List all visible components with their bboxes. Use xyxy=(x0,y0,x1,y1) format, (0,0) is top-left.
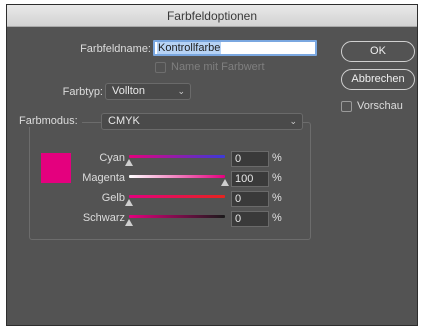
dialog-title: Farbfeldoptionen xyxy=(7,5,417,27)
magenta-unit: % xyxy=(272,172,282,184)
swatch-name-input[interactable]: Kontrollfarbe xyxy=(153,40,317,56)
black-value-input[interactable]: 0 xyxy=(231,211,269,227)
magenta-label: Magenta xyxy=(82,172,125,184)
yellow-slider-track[interactable] xyxy=(129,195,225,198)
preview-label: Vorschau xyxy=(357,100,403,112)
slider-thumb-icon[interactable] xyxy=(125,199,133,206)
magenta-slider-track[interactable] xyxy=(129,175,225,178)
black-label: Schwarz xyxy=(82,212,125,224)
cyan-slider-track[interactable] xyxy=(129,155,225,158)
black-slider-track[interactable] xyxy=(129,215,225,218)
magenta-value-input[interactable]: 100 xyxy=(231,171,269,187)
ok-button[interactable]: OK xyxy=(341,41,415,62)
name-with-value-label: Name mit Farbwert xyxy=(171,61,265,73)
swatch-options-dialog: Farbfeldoptionen Farbfeldname: Kontrollf… xyxy=(6,4,418,326)
yellow-unit: % xyxy=(272,192,282,204)
black-unit: % xyxy=(272,212,282,224)
color-mode-value: CMYK xyxy=(108,115,140,127)
cyan-label: Cyan xyxy=(99,152,125,164)
swatch-name-label: Farbfeldname: xyxy=(80,43,151,55)
slider-thumb-icon[interactable] xyxy=(221,179,229,186)
yellow-value-input[interactable]: 0 xyxy=(231,191,269,207)
yellow-label: Gelb xyxy=(101,192,125,204)
color-mode-label: Farbmodus: xyxy=(19,115,82,127)
cancel-button[interactable]: Abbrechen xyxy=(341,69,415,90)
slider-thumb-icon[interactable] xyxy=(125,159,133,166)
preview-checkbox[interactable] xyxy=(341,101,352,112)
color-mode-select[interactable]: CMYK ⌄ xyxy=(101,113,303,130)
swatch-name-value: Kontrollfarbe xyxy=(157,42,222,54)
cyan-value-input[interactable]: 0 xyxy=(231,151,269,167)
cyan-unit: % xyxy=(272,152,282,164)
chevron-down-icon: ⌄ xyxy=(177,86,185,96)
chevron-down-icon: ⌄ xyxy=(289,116,297,126)
color-type-value: Vollton xyxy=(112,85,146,97)
color-type-select[interactable]: Vollton ⌄ xyxy=(105,83,191,100)
name-with-value-checkbox[interactable] xyxy=(155,62,166,73)
color-type-label: Farbtyp: xyxy=(62,86,103,98)
slider-thumb-icon[interactable] xyxy=(125,219,133,226)
